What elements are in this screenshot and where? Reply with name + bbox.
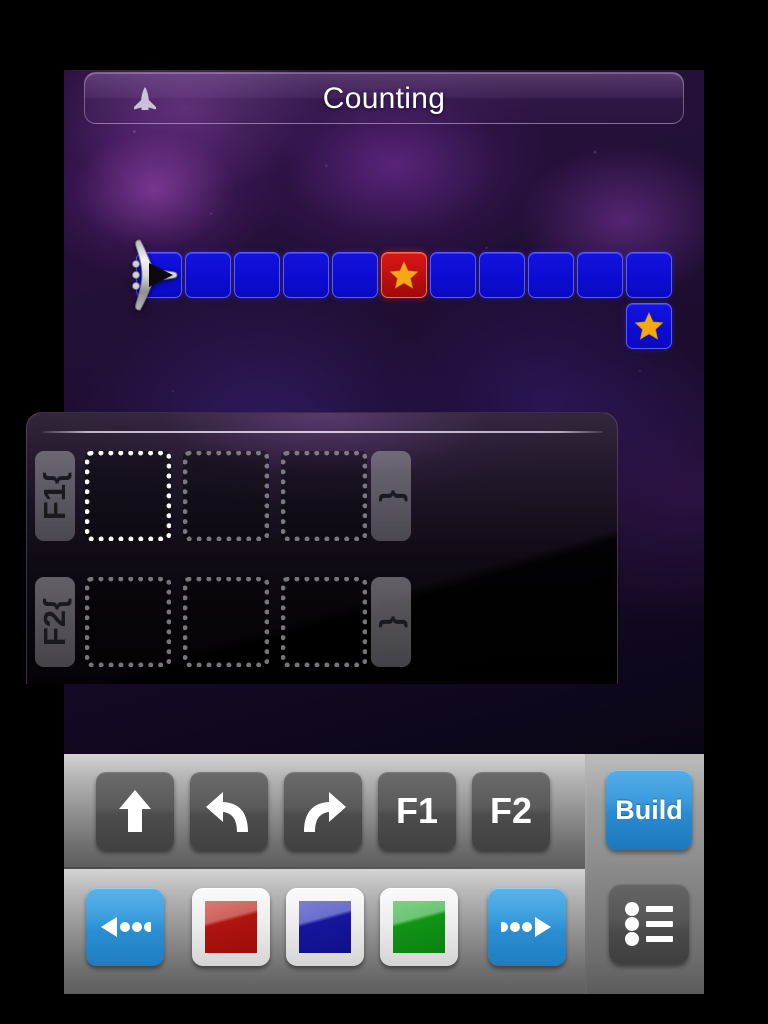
program-slot-f2-2[interactable] bbox=[281, 577, 367, 667]
bottom-toolbar: F1 F2 Build bbox=[64, 754, 704, 994]
palette-prev-page-button[interactable] bbox=[86, 888, 164, 966]
build-button-label: Build bbox=[615, 794, 683, 825]
player-ship bbox=[126, 238, 188, 312]
board-tile[interactable] bbox=[381, 252, 427, 298]
command-call-f1-button[interactable]: F1 bbox=[378, 772, 456, 850]
blue-swatch-icon bbox=[299, 901, 351, 953]
board-tile[interactable] bbox=[528, 252, 574, 298]
command-call-f2-label: F2 bbox=[489, 790, 532, 831]
command-call-f2-button[interactable]: F2 bbox=[472, 772, 550, 850]
function-label-f1: F1{ bbox=[35, 451, 75, 541]
palette-color-blue-button[interactable] bbox=[286, 888, 364, 966]
board-tile[interactable] bbox=[185, 252, 231, 298]
program-slot-f1-1[interactable] bbox=[183, 451, 269, 541]
command-forward-button[interactable] bbox=[96, 772, 174, 850]
next-page-icon bbox=[501, 917, 551, 937]
command-button-row: F1 F2 bbox=[64, 754, 585, 867]
prev-page-icon bbox=[101, 917, 151, 937]
app-root: Counting F1{ } F2{ } F1 F2 Build bbox=[0, 0, 768, 1024]
program-slot-f2-1[interactable] bbox=[183, 577, 269, 667]
goal-star-icon bbox=[634, 311, 664, 340]
green-swatch-icon bbox=[393, 901, 445, 953]
board-tile[interactable] bbox=[577, 252, 623, 298]
board-tile[interactable] bbox=[234, 252, 280, 298]
function-close-brace-f2: } bbox=[371, 577, 411, 667]
board-tile[interactable] bbox=[283, 252, 329, 298]
board-tile[interactable] bbox=[430, 252, 476, 298]
build-button[interactable]: Build bbox=[606, 770, 692, 850]
command-call-f1-label: F1 bbox=[395, 790, 438, 831]
function-label-f2: F2{ bbox=[35, 577, 75, 667]
tile-star-icon bbox=[389, 260, 419, 289]
palette-color-red-button[interactable] bbox=[192, 888, 270, 966]
program-slot-f1-2[interactable] bbox=[281, 451, 367, 541]
function-label-f2-text: F2{ bbox=[37, 597, 72, 647]
turn-left-icon bbox=[206, 792, 248, 832]
list-menu-icon bbox=[625, 902, 673, 946]
red-swatch-icon bbox=[205, 901, 257, 953]
program-slot-f1-0[interactable] bbox=[85, 451, 171, 541]
program-slot-f2-0[interactable] bbox=[85, 577, 171, 667]
command-turn-right-button[interactable] bbox=[284, 772, 362, 850]
function-close-brace-f1-text: } bbox=[372, 489, 408, 503]
function-close-brace-f2-text: } bbox=[372, 615, 408, 629]
function-close-brace-f1: } bbox=[371, 451, 411, 541]
function-label-f1-text: F1{ bbox=[37, 471, 72, 521]
goal-tile[interactable] bbox=[626, 303, 672, 349]
board-tile[interactable] bbox=[332, 252, 378, 298]
program-panel: F1{ } F2{ } bbox=[26, 412, 618, 684]
panel-highlight-line bbox=[43, 431, 603, 433]
board-tile[interactable] bbox=[626, 252, 672, 298]
palette-next-page-button[interactable] bbox=[488, 888, 566, 966]
palette-button-row bbox=[64, 869, 585, 994]
menu-button[interactable] bbox=[609, 884, 689, 964]
turn-right-icon bbox=[304, 792, 346, 832]
board-tile[interactable] bbox=[479, 252, 525, 298]
command-turn-left-button[interactable] bbox=[190, 772, 268, 850]
palette-color-green-button[interactable] bbox=[380, 888, 458, 966]
toolbar-right-panel: Build bbox=[587, 754, 704, 994]
spaceship-sprite-icon bbox=[132, 239, 178, 311]
arrow-up-icon bbox=[119, 790, 151, 832]
